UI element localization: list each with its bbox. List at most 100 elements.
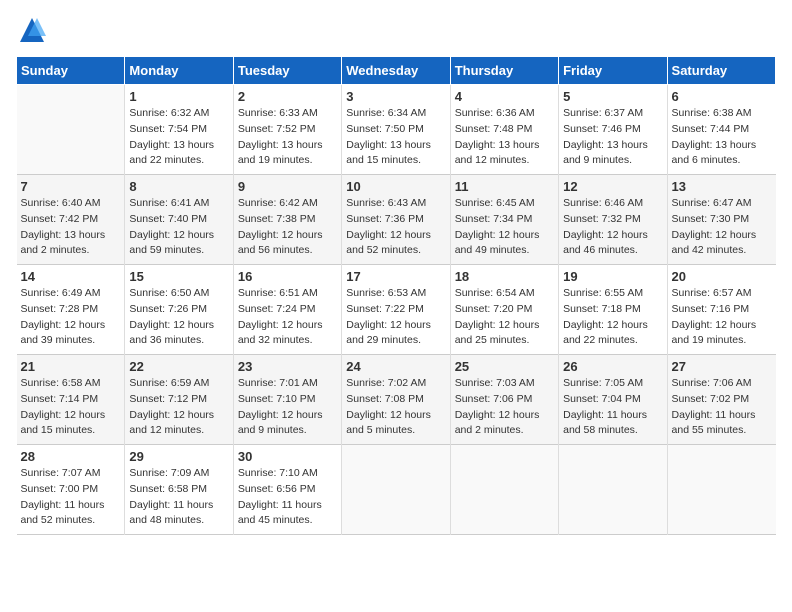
calendar-cell: 2 Sunrise: 6:33 AM Sunset: 7:52 PM Daylig…: [233, 85, 341, 175]
day-info: Sunrise: 6:36 AM Sunset: 7:48 PM Dayligh…: [455, 106, 554, 169]
day-number: 30: [238, 449, 337, 464]
day-number: 7: [21, 179, 121, 194]
calendar-cell: 29Sunrise: 7:09 AM Sunset: 6:58 PM Dayli…: [125, 445, 233, 535]
day-info: Sunrise: 6:59 AM Sunset: 7:12 PM Dayligh…: [129, 376, 228, 439]
column-header-friday: Friday: [559, 57, 667, 85]
calendar-cell: [667, 445, 775, 535]
calendar-cell: 30 Sunrise: 7:10 AM Sunset: 6:56 PM Dayli…: [233, 445, 341, 535]
day-number: 16: [238, 269, 337, 284]
day-number: 13: [672, 179, 772, 194]
day-number: 17: [346, 269, 445, 284]
calendar-cell: 13Sunrise: 6:47 AM Sunset: 7:30 PM Dayli…: [667, 175, 775, 265]
day-info: Sunrise: 7:05 AM Sunset: 7:04 PM Dayligh…: [563, 376, 662, 439]
calendar-cell: 3 Sunrise: 6:34 AM Sunset: 7:50 PM Daylig…: [342, 85, 450, 175]
day-info: Sunrise: 6:41 AM Sunset: 7:40 PM Dayligh…: [129, 196, 228, 259]
logo-icon: [18, 16, 46, 44]
day-number: 22: [129, 359, 228, 374]
column-header-thursday: Thursday: [450, 57, 558, 85]
day-number: 6: [672, 89, 772, 104]
calendar-cell: 24 Sunrise: 7:02 AM Sunset: 7:08 PM Dayli…: [342, 355, 450, 445]
day-number: 25: [455, 359, 554, 374]
calendar-cell: 5 Sunrise: 6:37 AM Sunset: 7:46 PM Daylig…: [559, 85, 667, 175]
calendar-cell: 21 Sunrise: 6:58 AM Sunset: 7:14 PM Dayli…: [17, 355, 125, 445]
column-header-tuesday: Tuesday: [233, 57, 341, 85]
day-info: Sunrise: 7:07 AM Sunset: 7:00 PM Dayligh…: [21, 466, 121, 529]
calendar-cell: 25Sunrise: 7:03 AM Sunset: 7:06 PM Dayli…: [450, 355, 558, 445]
day-info: Sunrise: 6:33 AM Sunset: 7:52 PM Dayligh…: [238, 106, 337, 169]
day-info: Sunrise: 7:09 AM Sunset: 6:58 PM Dayligh…: [129, 466, 228, 529]
calendar-header-row: SundayMondayTuesdayWednesdayThursdayFrid…: [17, 57, 776, 85]
day-number: 20: [672, 269, 772, 284]
calendar-cell: 14Sunrise: 6:49 AM Sunset: 7:28 PM Dayli…: [17, 265, 125, 355]
day-number: 23: [238, 359, 337, 374]
day-number: 12: [563, 179, 662, 194]
calendar-cell: 26 Sunrise: 7:05 AM Sunset: 7:04 PM Dayli…: [559, 355, 667, 445]
day-info: Sunrise: 6:53 AM Sunset: 7:22 PM Dayligh…: [346, 286, 445, 349]
day-number: 14: [21, 269, 121, 284]
calendar-week-row: 14Sunrise: 6:49 AM Sunset: 7:28 PM Dayli…: [17, 265, 776, 355]
day-number: 28: [21, 449, 121, 464]
calendar-cell: [450, 445, 558, 535]
day-number: 11: [455, 179, 554, 194]
logo: [16, 16, 46, 44]
calendar-cell: 9 Sunrise: 6:42 AM Sunset: 7:38 PM Daylig…: [233, 175, 341, 265]
day-info: Sunrise: 6:42 AM Sunset: 7:38 PM Dayligh…: [238, 196, 337, 259]
calendar-cell: 12 Sunrise: 6:46 AM Sunset: 7:32 PM Dayli…: [559, 175, 667, 265]
calendar-cell: 28 Sunrise: 7:07 AM Sunset: 7:00 PM Dayli…: [17, 445, 125, 535]
day-info: Sunrise: 6:50 AM Sunset: 7:26 PM Dayligh…: [129, 286, 228, 349]
day-info: Sunrise: 6:34 AM Sunset: 7:50 PM Dayligh…: [346, 106, 445, 169]
calendar-cell: 23 Sunrise: 7:01 AM Sunset: 7:10 PM Dayli…: [233, 355, 341, 445]
calendar-cell: 10 Sunrise: 6:43 AM Sunset: 7:36 PM Dayli…: [342, 175, 450, 265]
calendar-week-row: 7 Sunrise: 6:40 AM Sunset: 7:42 PM Daylig…: [17, 175, 776, 265]
day-number: 26: [563, 359, 662, 374]
calendar-table: SundayMondayTuesdayWednesdayThursdayFrid…: [16, 56, 776, 535]
calendar-cell: 1 Sunrise: 6:32 AM Sunset: 7:54 PM Daylig…: [125, 85, 233, 175]
column-header-wednesday: Wednesday: [342, 57, 450, 85]
calendar-week-row: 1 Sunrise: 6:32 AM Sunset: 7:54 PM Daylig…: [17, 85, 776, 175]
column-header-sunday: Sunday: [17, 57, 125, 85]
day-number: 24: [346, 359, 445, 374]
day-info: Sunrise: 7:06 AM Sunset: 7:02 PM Dayligh…: [672, 376, 772, 439]
calendar-cell: 15Sunrise: 6:50 AM Sunset: 7:26 PM Dayli…: [125, 265, 233, 355]
day-number: 9: [238, 179, 337, 194]
day-number: 10: [346, 179, 445, 194]
calendar-cell: 4 Sunrise: 6:36 AM Sunset: 7:48 PM Daylig…: [450, 85, 558, 175]
day-info: Sunrise: 6:37 AM Sunset: 7:46 PM Dayligh…: [563, 106, 662, 169]
day-number: 19: [563, 269, 662, 284]
day-number: 2: [238, 89, 337, 104]
calendar-cell: 7 Sunrise: 6:40 AM Sunset: 7:42 PM Daylig…: [17, 175, 125, 265]
day-info: Sunrise: 6:58 AM Sunset: 7:14 PM Dayligh…: [21, 376, 121, 439]
day-number: 8: [129, 179, 228, 194]
day-info: Sunrise: 6:43 AM Sunset: 7:36 PM Dayligh…: [346, 196, 445, 259]
column-header-saturday: Saturday: [667, 57, 775, 85]
day-number: 5: [563, 89, 662, 104]
calendar-cell: 22 Sunrise: 6:59 AM Sunset: 7:12 PM Dayli…: [125, 355, 233, 445]
day-info: Sunrise: 6:45 AM Sunset: 7:34 PM Dayligh…: [455, 196, 554, 259]
day-info: Sunrise: 6:54 AM Sunset: 7:20 PM Dayligh…: [455, 286, 554, 349]
day-number: 4: [455, 89, 554, 104]
day-number: 1: [129, 89, 228, 104]
calendar-cell: [17, 85, 125, 175]
calendar-cell: [559, 445, 667, 535]
calendar-cell: 18 Sunrise: 6:54 AM Sunset: 7:20 PM Dayli…: [450, 265, 558, 355]
calendar-cell: 19Sunrise: 6:55 AM Sunset: 7:18 PM Dayli…: [559, 265, 667, 355]
day-number: 27: [672, 359, 772, 374]
calendar-cell: 6Sunrise: 6:38 AM Sunset: 7:44 PM Daylig…: [667, 85, 775, 175]
day-info: Sunrise: 7:01 AM Sunset: 7:10 PM Dayligh…: [238, 376, 337, 439]
day-info: Sunrise: 6:46 AM Sunset: 7:32 PM Dayligh…: [563, 196, 662, 259]
day-number: 21: [21, 359, 121, 374]
calendar-week-row: 28 Sunrise: 7:07 AM Sunset: 7:00 PM Dayli…: [17, 445, 776, 535]
day-number: 18: [455, 269, 554, 284]
calendar-cell: 20 Sunrise: 6:57 AM Sunset: 7:16 PM Dayli…: [667, 265, 775, 355]
calendar-cell: 27 Sunrise: 7:06 AM Sunset: 7:02 PM Dayli…: [667, 355, 775, 445]
day-number: 3: [346, 89, 445, 104]
day-info: Sunrise: 6:40 AM Sunset: 7:42 PM Dayligh…: [21, 196, 121, 259]
day-info: Sunrise: 6:32 AM Sunset: 7:54 PM Dayligh…: [129, 106, 228, 169]
calendar-cell: 17 Sunrise: 6:53 AM Sunset: 7:22 PM Dayli…: [342, 265, 450, 355]
day-info: Sunrise: 6:57 AM Sunset: 7:16 PM Dayligh…: [672, 286, 772, 349]
calendar-cell: [342, 445, 450, 535]
day-info: Sunrise: 7:10 AM Sunset: 6:56 PM Dayligh…: [238, 466, 337, 529]
column-header-monday: Monday: [125, 57, 233, 85]
day-info: Sunrise: 6:51 AM Sunset: 7:24 PM Dayligh…: [238, 286, 337, 349]
day-info: Sunrise: 7:02 AM Sunset: 7:08 PM Dayligh…: [346, 376, 445, 439]
